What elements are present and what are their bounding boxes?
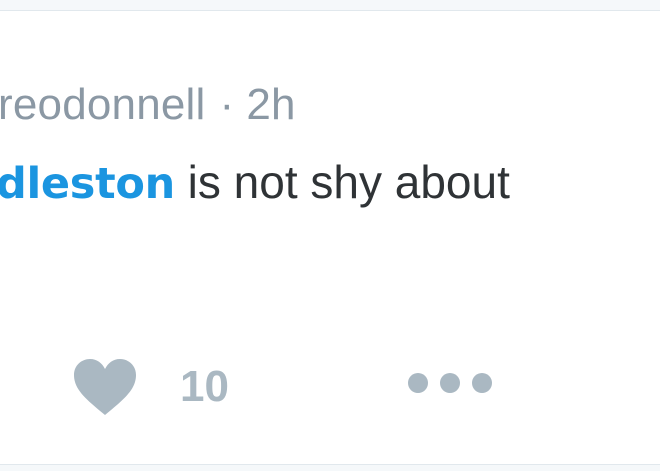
tweet-actions: 10 (0, 351, 660, 421)
more-dots-icon (408, 373, 492, 393)
mention-link[interactable]: dleston (0, 159, 175, 209)
tweet-header: reodonnell · 2h (0, 77, 296, 133)
author-handle[interactable]: reodonnell (0, 80, 206, 129)
tweet-card[interactable]: reodonnell · 2h dleston is not shy about 1… (0, 10, 660, 465)
tweet-timestamp[interactable]: 2h (246, 80, 295, 129)
heart-icon (74, 359, 136, 415)
like-count: 10 (180, 362, 229, 411)
more-button[interactable] (404, 363, 496, 403)
header-separator: · (219, 80, 235, 129)
like-button[interactable]: 10 (72, 353, 242, 419)
tweet-text: dleston is not shy about (0, 151, 510, 215)
tweet-text-content: is not shy about (174, 156, 510, 208)
